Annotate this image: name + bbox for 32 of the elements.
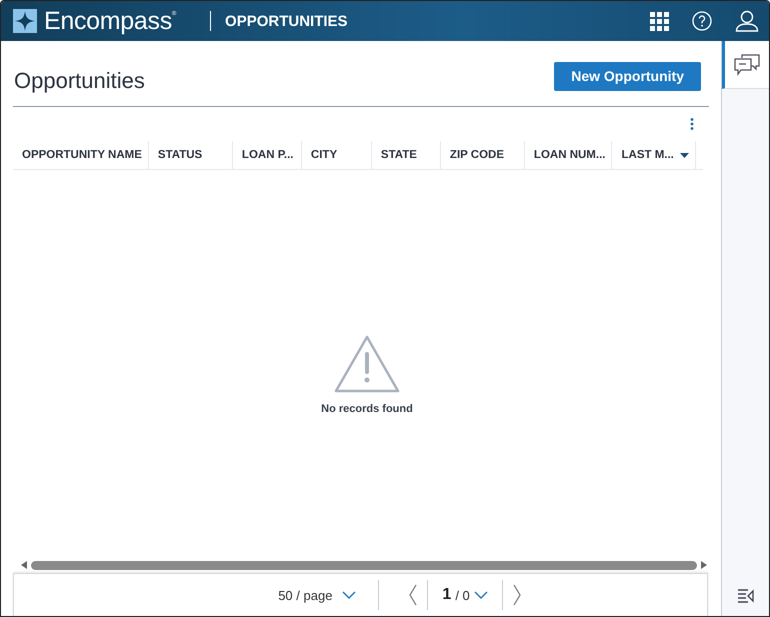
chat-bubbles-icon — [734, 54, 760, 76]
column-header[interactable]: STATUS — [148, 141, 233, 169]
brand-name: Encompass$^{®}$ — [44, 6, 176, 36]
page-select-dropdown[interactable]: 1 / 0 — [428, 580, 502, 610]
help-icon[interactable] — [692, 11, 712, 31]
chevron-right-icon — [512, 584, 521, 606]
comments-tab[interactable] — [722, 41, 769, 89]
scroll-left-icon[interactable] — [21, 561, 27, 569]
new-opportunity-button[interactable]: New Opportunity — [554, 62, 701, 90]
user-icon[interactable] — [735, 10, 759, 32]
collapse-panel-icon — [738, 589, 754, 603]
horizontal-scrollbar[interactable] — [21, 559, 707, 571]
column-header[interactable]: LAST M... — [612, 141, 696, 169]
chevron-down-icon — [342, 591, 356, 599]
section-title: OPPORTUNITIES — [225, 12, 348, 30]
sort-descending-icon — [680, 152, 689, 158]
page-title: Opportunities — [14, 68, 145, 94]
chevron-left-icon — [409, 584, 418, 606]
scroll-right-icon[interactable] — [701, 561, 707, 569]
column-header[interactable]: STATE — [372, 141, 441, 169]
column-header[interactable]: LOAN P... — [232, 141, 302, 169]
empty-message: No records found — [321, 402, 413, 414]
column-header[interactable]: ZIP CODE — [440, 141, 525, 169]
logo-icon — [13, 9, 37, 33]
chevron-down-icon — [474, 591, 488, 599]
apps-grid-icon[interactable] — [650, 12, 669, 30]
page-size-dropdown[interactable]: 50 / page — [278, 580, 378, 610]
column-header[interactable]: CITY — [302, 141, 372, 169]
warning-icon — [334, 334, 400, 392]
column-header[interactable]: LOAN NUM... — [524, 141, 612, 169]
column-header[interactable]: OPPORTUNITY NAME — [13, 141, 149, 169]
more-options-icon[interactable] — [690, 118, 694, 130]
